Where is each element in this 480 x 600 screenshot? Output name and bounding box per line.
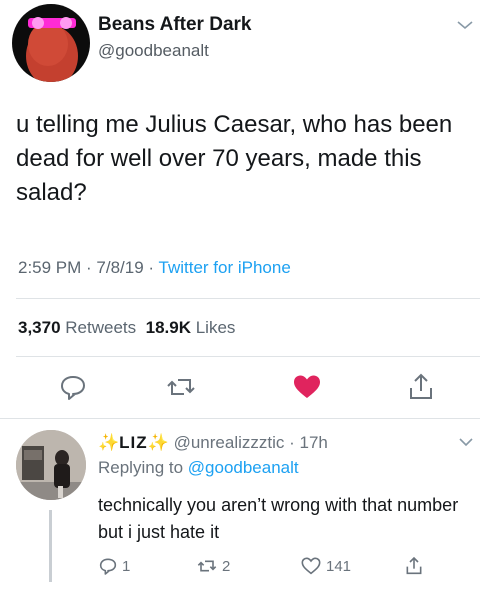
retweet-icon: [167, 379, 195, 395]
chevron-down-icon[interactable]: [456, 18, 474, 30]
reply-icon: [99, 558, 117, 575]
tweet-stats: 3,370 Retweets 18.9K Likes: [18, 318, 235, 338]
reply-handle[interactable]: @unrealizzztic: [174, 433, 285, 452]
share-icon: [406, 556, 422, 575]
tweet-time: 2:59 PM: [18, 258, 82, 277]
heart-icon: [294, 375, 320, 398]
replying-prefix: Replying to: [98, 458, 188, 477]
divider: [0, 418, 480, 419]
share-icon: [410, 373, 432, 399]
share-button[interactable]: [406, 372, 436, 402]
reply-like-count: 141: [326, 557, 352, 575]
heart-icon: [301, 557, 321, 575]
retweets-stat[interactable]: 3,370 Retweets: [18, 318, 136, 337]
meta-separator: ·: [81, 258, 97, 277]
likes-label: Likes: [195, 318, 236, 337]
retweets-count: 3,370: [18, 318, 61, 337]
sparkle-emoji: ✨: [98, 433, 120, 452]
reply-age: 17h: [299, 433, 328, 452]
reply-author-avatar[interactable]: [16, 430, 86, 500]
tweet-source-link[interactable]: Twitter for iPhone: [159, 258, 291, 277]
tweet-meta: 2:59 PM · 7/8/19 · Twitter for iPhone: [18, 258, 291, 278]
reply-button[interactable]: [58, 372, 88, 402]
meta-separator: ·: [284, 433, 300, 452]
reply-retweet-count: 2: [222, 557, 231, 575]
tweet-date: 7/8/19: [96, 258, 144, 277]
divider: [16, 356, 480, 357]
reply-display-name[interactable]: LIZ: [119, 433, 148, 452]
author-avatar[interactable]: [12, 4, 90, 82]
reply-header: ✨LIZ✨ @unrealizzztic · 17h: [98, 433, 328, 453]
author-name[interactable]: Beans After Dark: [98, 14, 251, 36]
divider: [16, 298, 480, 299]
reply-share-button[interactable]: [404, 556, 428, 576]
likes-stat[interactable]: 18.9K Likes: [146, 318, 236, 337]
retweet-icon: [197, 560, 217, 572]
like-button[interactable]: [292, 372, 322, 402]
reply-text: technically you aren’t wrong with that n…: [98, 495, 459, 542]
meta-separator: ·: [143, 258, 159, 277]
chevron-down-icon[interactable]: [458, 434, 474, 447]
glowing-eyes-icon: [28, 17, 76, 29]
thread-line: [49, 510, 52, 582]
sparkle-emoji: ✨: [147, 433, 169, 452]
retweet-button[interactable]: [166, 372, 196, 402]
reply-reply-button[interactable]: 1: [98, 556, 130, 576]
retweets-label: Retweets: [65, 318, 137, 337]
reply-retweet-button[interactable]: 2: [196, 556, 230, 576]
reply-like-button[interactable]: 141: [300, 556, 351, 576]
tweet-text: u telling me Julius Caesar, who has been…: [16, 111, 453, 206]
likes-count: 18.9K: [145, 318, 191, 337]
replying-to: Replying to @goodbeanalt: [98, 458, 299, 478]
replying-mention-link[interactable]: @goodbeanalt: [188, 458, 299, 477]
reply-reply-count: 1: [122, 557, 131, 575]
author-handle[interactable]: @goodbeanalt: [98, 41, 209, 61]
reply-icon: [61, 376, 85, 400]
